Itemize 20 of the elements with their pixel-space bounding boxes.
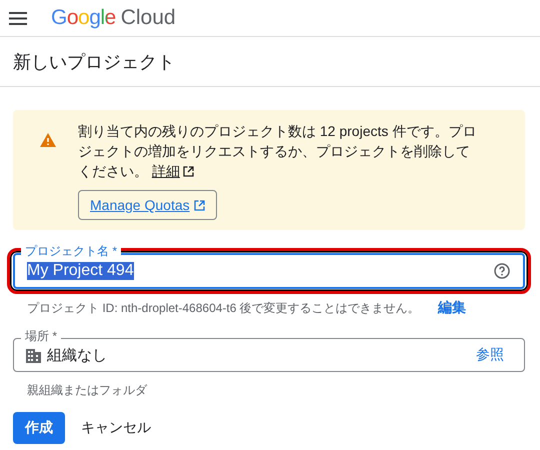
external-link-icon	[194, 200, 205, 210]
logo-text[interactable]: Cloud	[120, 6, 176, 30]
external-link-icon	[182, 166, 194, 176]
helper-text: プロジェクト ID: nth-droplet-468604-t6 後で変更することはできません。	[27, 300, 420, 317]
help-icon[interactable]	[494, 263, 510, 279]
warning-message: 割り当て内の残りのプロジェクト数は 12 projects 件です。プロジェクトの増加をリクエストするか、プロジェクトを削除してください。 詳細	[78, 122, 478, 181]
page-title: 新しいプロジェクト	[13, 50, 175, 74]
menu-icon[interactable]	[9, 12, 27, 24]
field-label: プロジェクト名 *	[21, 244, 122, 258]
create-button[interactable]: 作成	[13, 412, 65, 444]
helper-text: 親組織またはフォルダ	[27, 382, 147, 399]
manage-quotas-button[interactable]: Manage Quotas	[78, 190, 217, 220]
cancel-button[interactable]: キャンセル	[69, 412, 163, 444]
logo-text[interactable]: Google	[51, 6, 116, 30]
field-label: 場所 *	[21, 329, 62, 343]
edit-link[interactable]: 編集	[438, 299, 466, 317]
building-icon	[26, 348, 41, 362]
browse-link[interactable]: 参照	[476, 346, 504, 364]
details-link[interactable]: 詳細	[152, 161, 194, 181]
warning-icon	[40, 133, 56, 147]
